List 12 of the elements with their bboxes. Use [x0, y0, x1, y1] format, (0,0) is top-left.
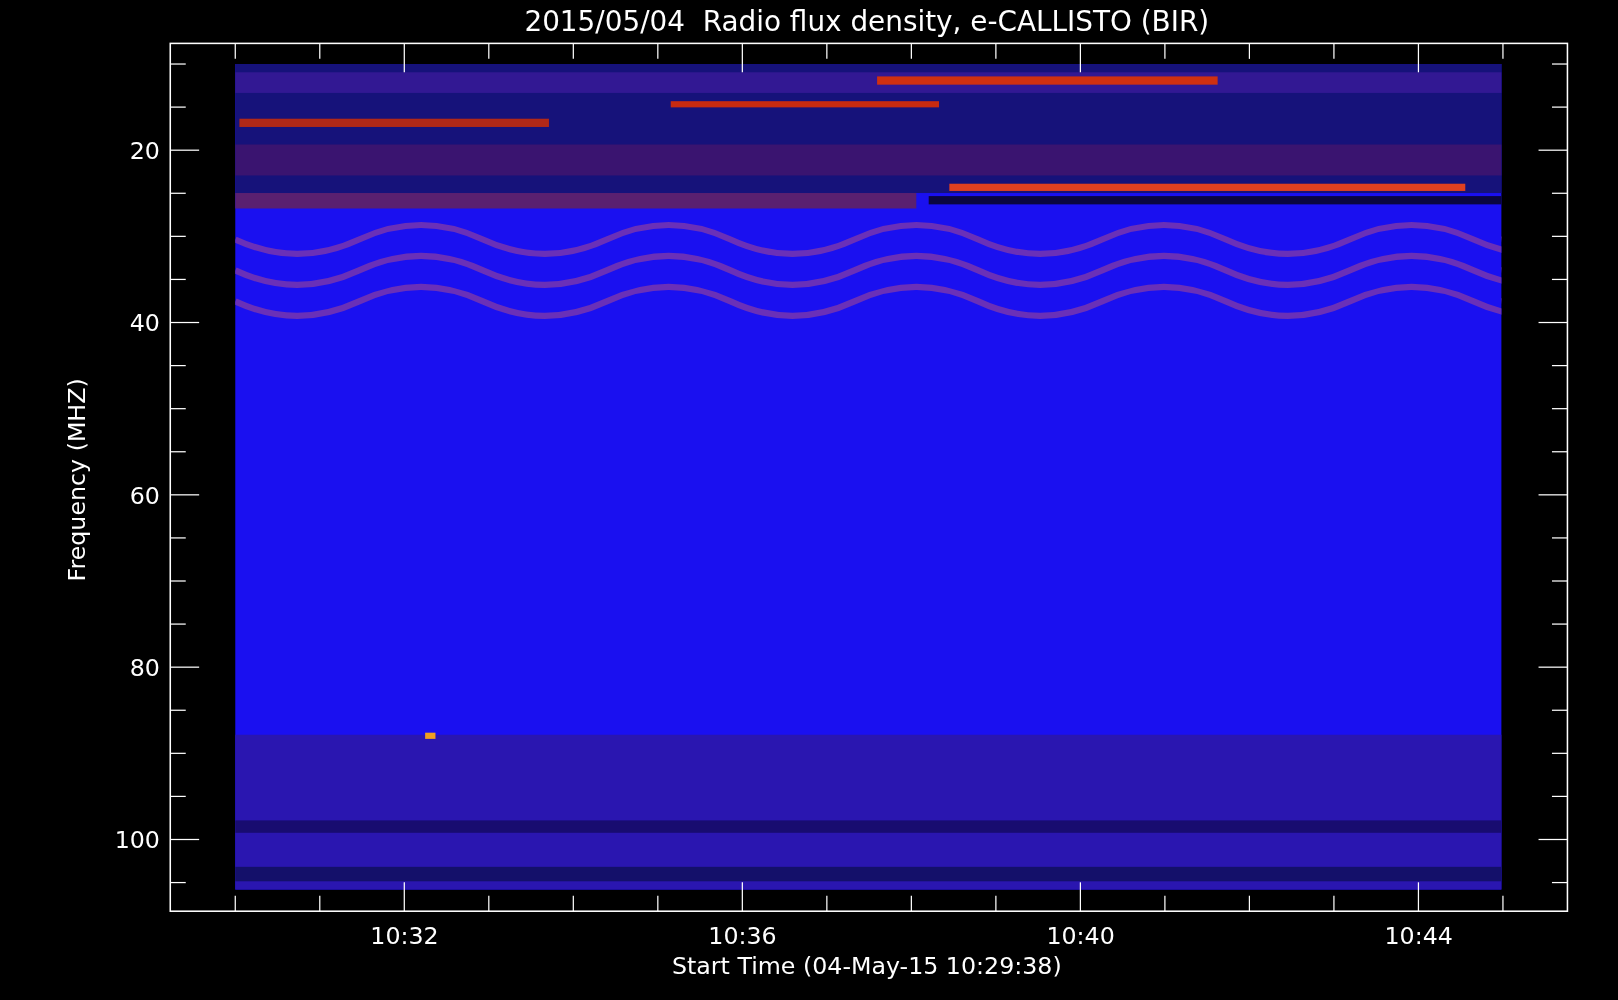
x-tick-label: 10:32: [370, 922, 439, 951]
y-tick-label: 80: [129, 653, 160, 682]
y-axis-label: Frequency (MHZ): [62, 378, 91, 582]
x-tick-label: 10:40: [1046, 922, 1115, 951]
chart-title: 2015/05/04 Radio flux density, e-CALLISTO (BIR): [524, 5, 1210, 38]
y-tick-label: 40: [129, 309, 160, 338]
y-tick-label: 60: [129, 481, 160, 510]
x-axis-label: Start Time (04-May-15 10:29:38): [671, 952, 1062, 981]
x-tick-label: 10:36: [708, 922, 777, 951]
y-tick-label: 100: [114, 826, 160, 855]
y-tick-label: 20: [129, 136, 160, 165]
x-tick-label: 10:44: [1384, 922, 1453, 951]
